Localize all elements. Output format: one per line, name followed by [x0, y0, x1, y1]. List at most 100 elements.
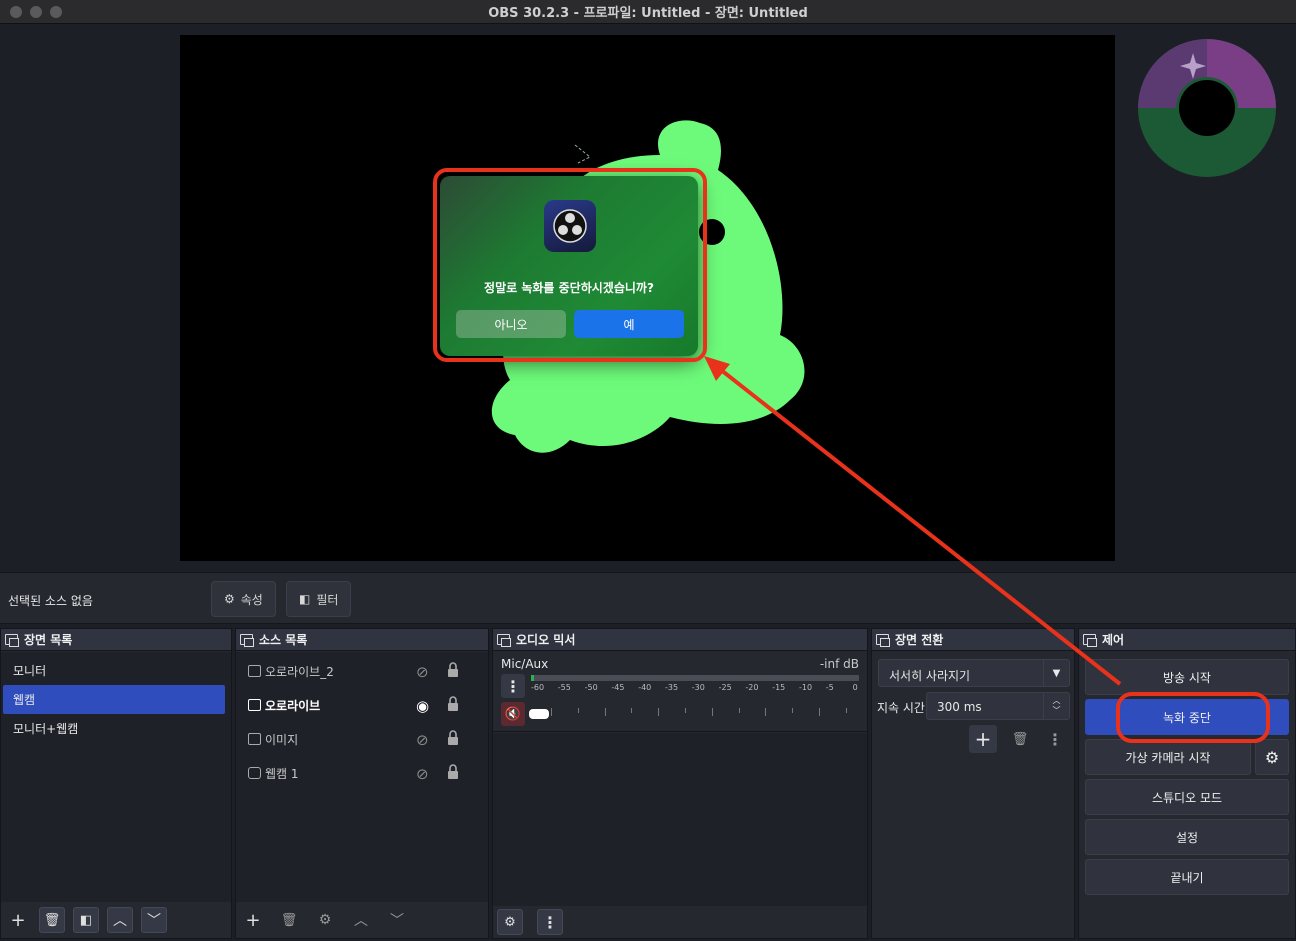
dock-undock-icon[interactable]	[240, 634, 254, 647]
transition-menu-button[interactable]: ⋮	[1042, 725, 1068, 753]
lock-icon[interactable]	[447, 764, 459, 779]
chevron-up-icon: ︿	[113, 913, 127, 929]
scene-item-monitor[interactable]: 모니터	[3, 656, 225, 685]
sources-dock: 소스 목록 오로라이브_2 ⊘ 오로라이브 ◉ 이미지 ⊘ 웹캠 1 ⊘ + 🗑…	[235, 628, 489, 939]
move-scene-up-button[interactable]: ︿	[107, 907, 133, 933]
exit-button[interactable]: 끝내기	[1085, 859, 1289, 895]
slider-tick	[658, 708, 660, 716]
transition-select[interactable]: 서서히 사라지기 ▼	[878, 659, 1070, 687]
sources-toolbar: + 🗑 ⚙ ︿ ﹀	[236, 902, 488, 938]
zoom-window-button[interactable]	[50, 6, 62, 18]
image-source-icon	[248, 733, 261, 745]
lock-icon[interactable]	[447, 696, 459, 711]
source-properties-button[interactable]: ⚙	[312, 907, 338, 933]
dock-undock-icon[interactable]	[5, 634, 19, 647]
studio-mode-button[interactable]: 스튜디오 모드	[1085, 779, 1289, 815]
controls-dock-title: 제어	[1079, 629, 1295, 651]
remove-scene-button[interactable]: 🗑	[39, 907, 65, 933]
dock-undock-icon[interactable]	[1083, 634, 1097, 647]
chevron-down-icon: ﹀	[147, 913, 161, 929]
mixer-menu-button[interactable]: ⋮	[537, 909, 563, 935]
virtual-camera-settings-button[interactable]: ⚙	[1255, 739, 1289, 775]
add-scene-button[interactable]: +	[5, 907, 31, 933]
sources-title: 소스 목록	[259, 633, 308, 647]
mute-button[interactable]: 🔇	[501, 702, 525, 726]
meter-tick-label: -55	[557, 683, 571, 692]
scene-list: 모니터 웹캠 모니터+웹캠	[1, 652, 231, 902]
eye-icon[interactable]: ◉	[416, 697, 429, 715]
transitions-title: 장면 전환	[895, 633, 944, 647]
filters-button[interactable]: ◧ 필터	[286, 581, 352, 617]
gears-icon: ⚙	[504, 914, 516, 930]
slider-tick	[819, 708, 820, 716]
add-transition-button[interactable]: +	[969, 725, 997, 753]
filter-icon: ◧	[299, 592, 311, 606]
scene-item-webcam[interactable]: 웹캠	[3, 685, 225, 714]
transition-selected-label: 서서히 사라지기	[889, 669, 971, 683]
scene-filters-button[interactable]: ◧	[73, 907, 99, 933]
channel-menu-button[interactable]: ⋮	[501, 674, 525, 698]
meter-tick-label: -35	[665, 683, 679, 692]
gear-icon: ⚙	[224, 592, 235, 606]
mixer-channel: Mic/Aux -inf dB ⋮ -60 -55 -50 -45 -40 -35 -30-…	[493, 652, 874, 732]
chevron-up-icon: ︿	[354, 913, 368, 929]
meter-tick-label: -30	[691, 683, 705, 692]
dock-undock-icon[interactable]	[497, 634, 511, 647]
source-item[interactable]: 오로라이브 ◉	[236, 688, 488, 722]
remove-source-button[interactable]: 🗑	[276, 907, 302, 933]
more-vertical-icon: ⋮	[1047, 729, 1063, 749]
start-streaming-button[interactable]: 방송 시작	[1085, 659, 1289, 695]
dock-undock-icon[interactable]	[876, 634, 890, 647]
advanced-audio-properties-button[interactable]: ⚙	[497, 909, 523, 935]
volume-slider-handle[interactable]	[529, 709, 549, 719]
transitions-dock: 장면 전환 서서히 사라지기 ▼ 지속 시간 300 ms ︿ ﹀ + 🗑 ⋮	[871, 628, 1075, 939]
properties-button[interactable]: ⚙ 속성	[211, 581, 276, 617]
minimize-window-button[interactable]	[30, 6, 42, 18]
source-item[interactable]: 오로라이브_2 ⊘	[236, 654, 488, 688]
source-label: 이미지	[265, 732, 299, 747]
audio-mixer-dock: 오디오 믹서 Mic/Aux -inf dB ⋮ -60 -55 -50 -45 -40…	[492, 628, 874, 939]
slider-tick	[711, 708, 713, 716]
add-source-button[interactable]: +	[240, 907, 266, 933]
channel-level: -inf dB	[819, 657, 859, 671]
controls-title: 제어	[1102, 633, 1125, 647]
remove-transition-button[interactable]: 🗑	[1007, 725, 1033, 753]
slider-tick	[551, 708, 552, 716]
scene-item-monitor-webcam[interactable]: 모니터+웹캠	[3, 714, 225, 743]
more-vertical-icon: ⋮	[505, 676, 521, 696]
mixer-toolbar: ⚙ ⋮	[493, 906, 867, 938]
settings-button[interactable]: 설정	[1085, 819, 1289, 855]
spin-arrows-icon[interactable]: ︿ ﹀	[1043, 693, 1069, 719]
source-item[interactable]: 이미지 ⊘	[236, 722, 488, 756]
move-scene-down-button[interactable]: ﹀	[141, 907, 167, 933]
move-source-up-button[interactable]: ︿	[348, 907, 374, 933]
volume-slider-track[interactable]	[531, 708, 874, 716]
properties-bar: 선택된 소스 없음 ⚙ 속성 ◧ 필터	[0, 572, 1296, 624]
start-virtual-camera-button[interactable]: 가상 카메라 시작	[1085, 739, 1251, 775]
eye-off-icon[interactable]: ⊘	[416, 731, 429, 749]
aurora-logo-icon	[1138, 39, 1276, 177]
gear-icon: ⚙	[1264, 747, 1280, 767]
lock-icon[interactable]	[447, 730, 459, 745]
meter-tick-label: -15	[772, 683, 786, 692]
eye-off-icon[interactable]: ⊘	[416, 663, 429, 681]
scenes-title: 장면 목록	[24, 633, 73, 647]
mixer-dock-title: 오디오 믹서	[493, 629, 867, 651]
source-list: 오로라이브_2 ⊘ 오로라이브 ◉ 이미지 ⊘ 웹캠 1 ⊘	[236, 652, 488, 902]
trash-icon: 🗑	[280, 912, 298, 928]
controls-dock: 제어 방송 시작 녹화 중단 가상 카메라 시작 ⚙ 스튜디오 모드 설정 끝내…	[1078, 628, 1296, 939]
close-window-button[interactable]	[10, 6, 22, 18]
source-item[interactable]: 웹캠 1 ⊘	[236, 756, 488, 790]
eye-off-icon[interactable]: ⊘	[416, 765, 429, 783]
meter-tick-label: -45	[611, 683, 625, 692]
lock-icon[interactable]	[447, 662, 459, 677]
slider-tick	[631, 708, 633, 713]
duration-spinbox[interactable]: 300 ms ︿ ﹀	[926, 692, 1070, 720]
filters-label: 필터	[316, 592, 339, 607]
mixer-title: 오디오 믹서	[516, 633, 576, 647]
mixer-empty-area	[493, 733, 867, 906]
move-source-down-button[interactable]: ﹀	[384, 907, 410, 933]
channel-name: Mic/Aux	[501, 657, 549, 671]
trash-icon: 🗑	[1011, 731, 1029, 747]
scene-label: 모니터	[13, 664, 47, 678]
